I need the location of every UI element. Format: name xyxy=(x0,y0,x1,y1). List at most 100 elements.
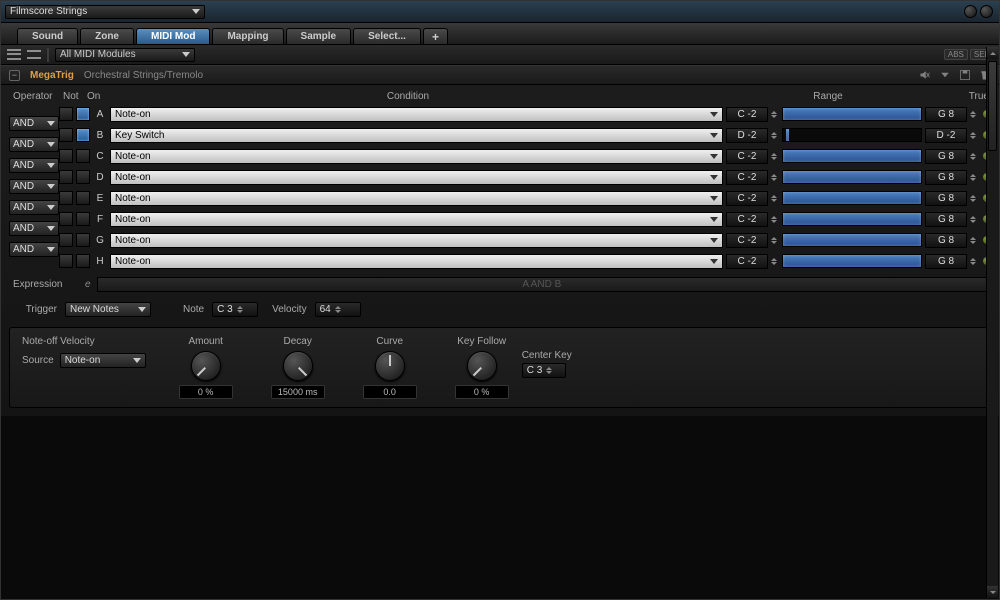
operator-select[interactable]: AND xyxy=(9,116,59,131)
center-key-field[interactable]: C 3 xyxy=(522,363,566,378)
on-toggle[interactable] xyxy=(76,212,90,226)
range-low-field[interactable]: C -2 xyxy=(726,107,768,122)
source-select[interactable]: Note-on xyxy=(60,353,146,368)
condition-select[interactable]: Key Switch xyxy=(110,128,723,143)
decay-knob[interactable] xyxy=(283,351,313,381)
range-slider[interactable] xyxy=(782,107,922,121)
operator-select[interactable]: AND xyxy=(9,158,59,173)
condition-select[interactable]: Note-on xyxy=(110,170,723,185)
range-high-stepper[interactable] xyxy=(970,258,978,265)
not-toggle[interactable] xyxy=(59,107,73,121)
tab-zone[interactable]: Zone xyxy=(80,28,134,44)
tab-mapping[interactable]: Mapping xyxy=(212,28,283,44)
abs-toggle[interactable]: ABS xyxy=(944,49,968,60)
preset-select[interactable]: Filmscore Strings xyxy=(5,5,205,19)
trigger-select[interactable]: New Notes xyxy=(65,302,151,317)
window-button-b[interactable] xyxy=(980,5,993,18)
range-slider[interactable] xyxy=(782,254,922,268)
range-high-stepper[interactable] xyxy=(970,174,978,181)
keyfollow-knob[interactable] xyxy=(467,351,497,381)
not-toggle[interactable] xyxy=(59,170,73,184)
on-toggle[interactable] xyxy=(76,107,90,121)
range-high-field[interactable]: G 8 xyxy=(925,212,967,227)
range-low-stepper[interactable] xyxy=(771,111,779,118)
vertical-scrollbar[interactable] xyxy=(986,47,998,598)
amount-value[interactable]: 0 % xyxy=(179,385,233,399)
scroll-down-icon[interactable] xyxy=(987,586,998,598)
module-filter-select[interactable]: All MIDI Modules xyxy=(55,48,195,62)
range-low-field[interactable]: C -2 xyxy=(726,149,768,164)
range-low-field[interactable]: C -2 xyxy=(726,170,768,185)
collapse-all-icon[interactable] xyxy=(27,48,41,62)
decay-value[interactable]: 15000 ms xyxy=(271,385,325,399)
tab-midimod[interactable]: MIDI Mod xyxy=(136,28,210,44)
not-toggle[interactable] xyxy=(59,149,73,163)
range-high-stepper[interactable] xyxy=(970,153,978,160)
not-toggle[interactable] xyxy=(59,128,73,142)
operator-select[interactable]: AND xyxy=(9,221,59,236)
tab-select[interactable]: Select... xyxy=(353,28,421,44)
range-high-stepper[interactable] xyxy=(970,216,978,223)
window-button-a[interactable] xyxy=(964,5,977,18)
range-low-stepper[interactable] xyxy=(771,195,779,202)
range-slider[interactable] xyxy=(782,128,922,142)
range-slider[interactable] xyxy=(782,149,922,163)
not-toggle[interactable] xyxy=(59,191,73,205)
save-icon[interactable] xyxy=(959,69,971,81)
velocity-field[interactable]: 64 xyxy=(315,302,361,317)
range-low-stepper[interactable] xyxy=(771,153,779,160)
operator-select[interactable]: AND xyxy=(9,179,59,194)
not-toggle[interactable] xyxy=(59,233,73,247)
curve-value[interactable]: 0.0 xyxy=(363,385,417,399)
operator-select[interactable]: AND xyxy=(9,200,59,215)
range-high-stepper[interactable] xyxy=(970,195,978,202)
range-low-stepper[interactable] xyxy=(771,258,779,265)
scrollbar-thumb[interactable] xyxy=(988,61,997,151)
operator-select[interactable]: AND xyxy=(9,242,59,257)
scroll-up-icon[interactable] xyxy=(987,47,998,59)
range-high-field[interactable]: G 8 xyxy=(925,191,967,206)
range-high-field[interactable]: D -2 xyxy=(925,128,967,143)
on-toggle[interactable] xyxy=(76,149,90,163)
on-toggle[interactable] xyxy=(76,170,90,184)
range-slider[interactable] xyxy=(782,212,922,226)
on-toggle[interactable] xyxy=(76,254,90,268)
on-toggle[interactable] xyxy=(76,233,90,247)
not-toggle[interactable] xyxy=(59,254,73,268)
range-high-field[interactable]: G 8 xyxy=(925,149,967,164)
range-low-field[interactable]: C -2 xyxy=(726,254,768,269)
expand-all-icon[interactable] xyxy=(7,48,21,62)
condition-select[interactable]: Note-on xyxy=(110,191,723,206)
curve-knob[interactable] xyxy=(375,351,405,381)
condition-select[interactable]: Note-on xyxy=(110,254,723,269)
range-slider[interactable] xyxy=(782,170,922,184)
range-high-stepper[interactable] xyxy=(970,111,978,118)
range-low-field[interactable]: C -2 xyxy=(726,212,768,227)
collapse-module-icon[interactable]: − xyxy=(9,70,20,81)
condition-select[interactable]: Note-on xyxy=(110,107,723,122)
note-field[interactable]: C 3 xyxy=(212,302,258,317)
condition-select[interactable]: Note-on xyxy=(110,233,723,248)
range-high-field[interactable]: G 8 xyxy=(925,107,967,122)
not-toggle[interactable] xyxy=(59,212,73,226)
on-toggle[interactable] xyxy=(76,128,90,142)
keyfollow-value[interactable]: 0 % xyxy=(455,385,509,399)
tab-add[interactable]: + xyxy=(423,28,448,44)
range-high-stepper[interactable] xyxy=(970,237,978,244)
range-slider[interactable] xyxy=(782,191,922,205)
range-low-field[interactable]: D -2 xyxy=(726,128,768,143)
range-high-stepper[interactable] xyxy=(970,132,978,139)
amount-knob[interactable] xyxy=(191,351,221,381)
range-low-stepper[interactable] xyxy=(771,237,779,244)
expression-field[interactable]: A AND B xyxy=(97,277,987,292)
mute-icon[interactable] xyxy=(919,69,931,81)
on-toggle[interactable] xyxy=(76,191,90,205)
tab-sound[interactable]: Sound xyxy=(17,28,78,44)
range-low-stepper[interactable] xyxy=(771,132,779,139)
range-slider[interactable] xyxy=(782,233,922,247)
range-high-field[interactable]: G 8 xyxy=(925,254,967,269)
range-low-field[interactable]: C -2 xyxy=(726,191,768,206)
range-high-field[interactable]: G 8 xyxy=(925,233,967,248)
range-low-stepper[interactable] xyxy=(771,174,779,181)
operator-select[interactable]: AND xyxy=(9,137,59,152)
